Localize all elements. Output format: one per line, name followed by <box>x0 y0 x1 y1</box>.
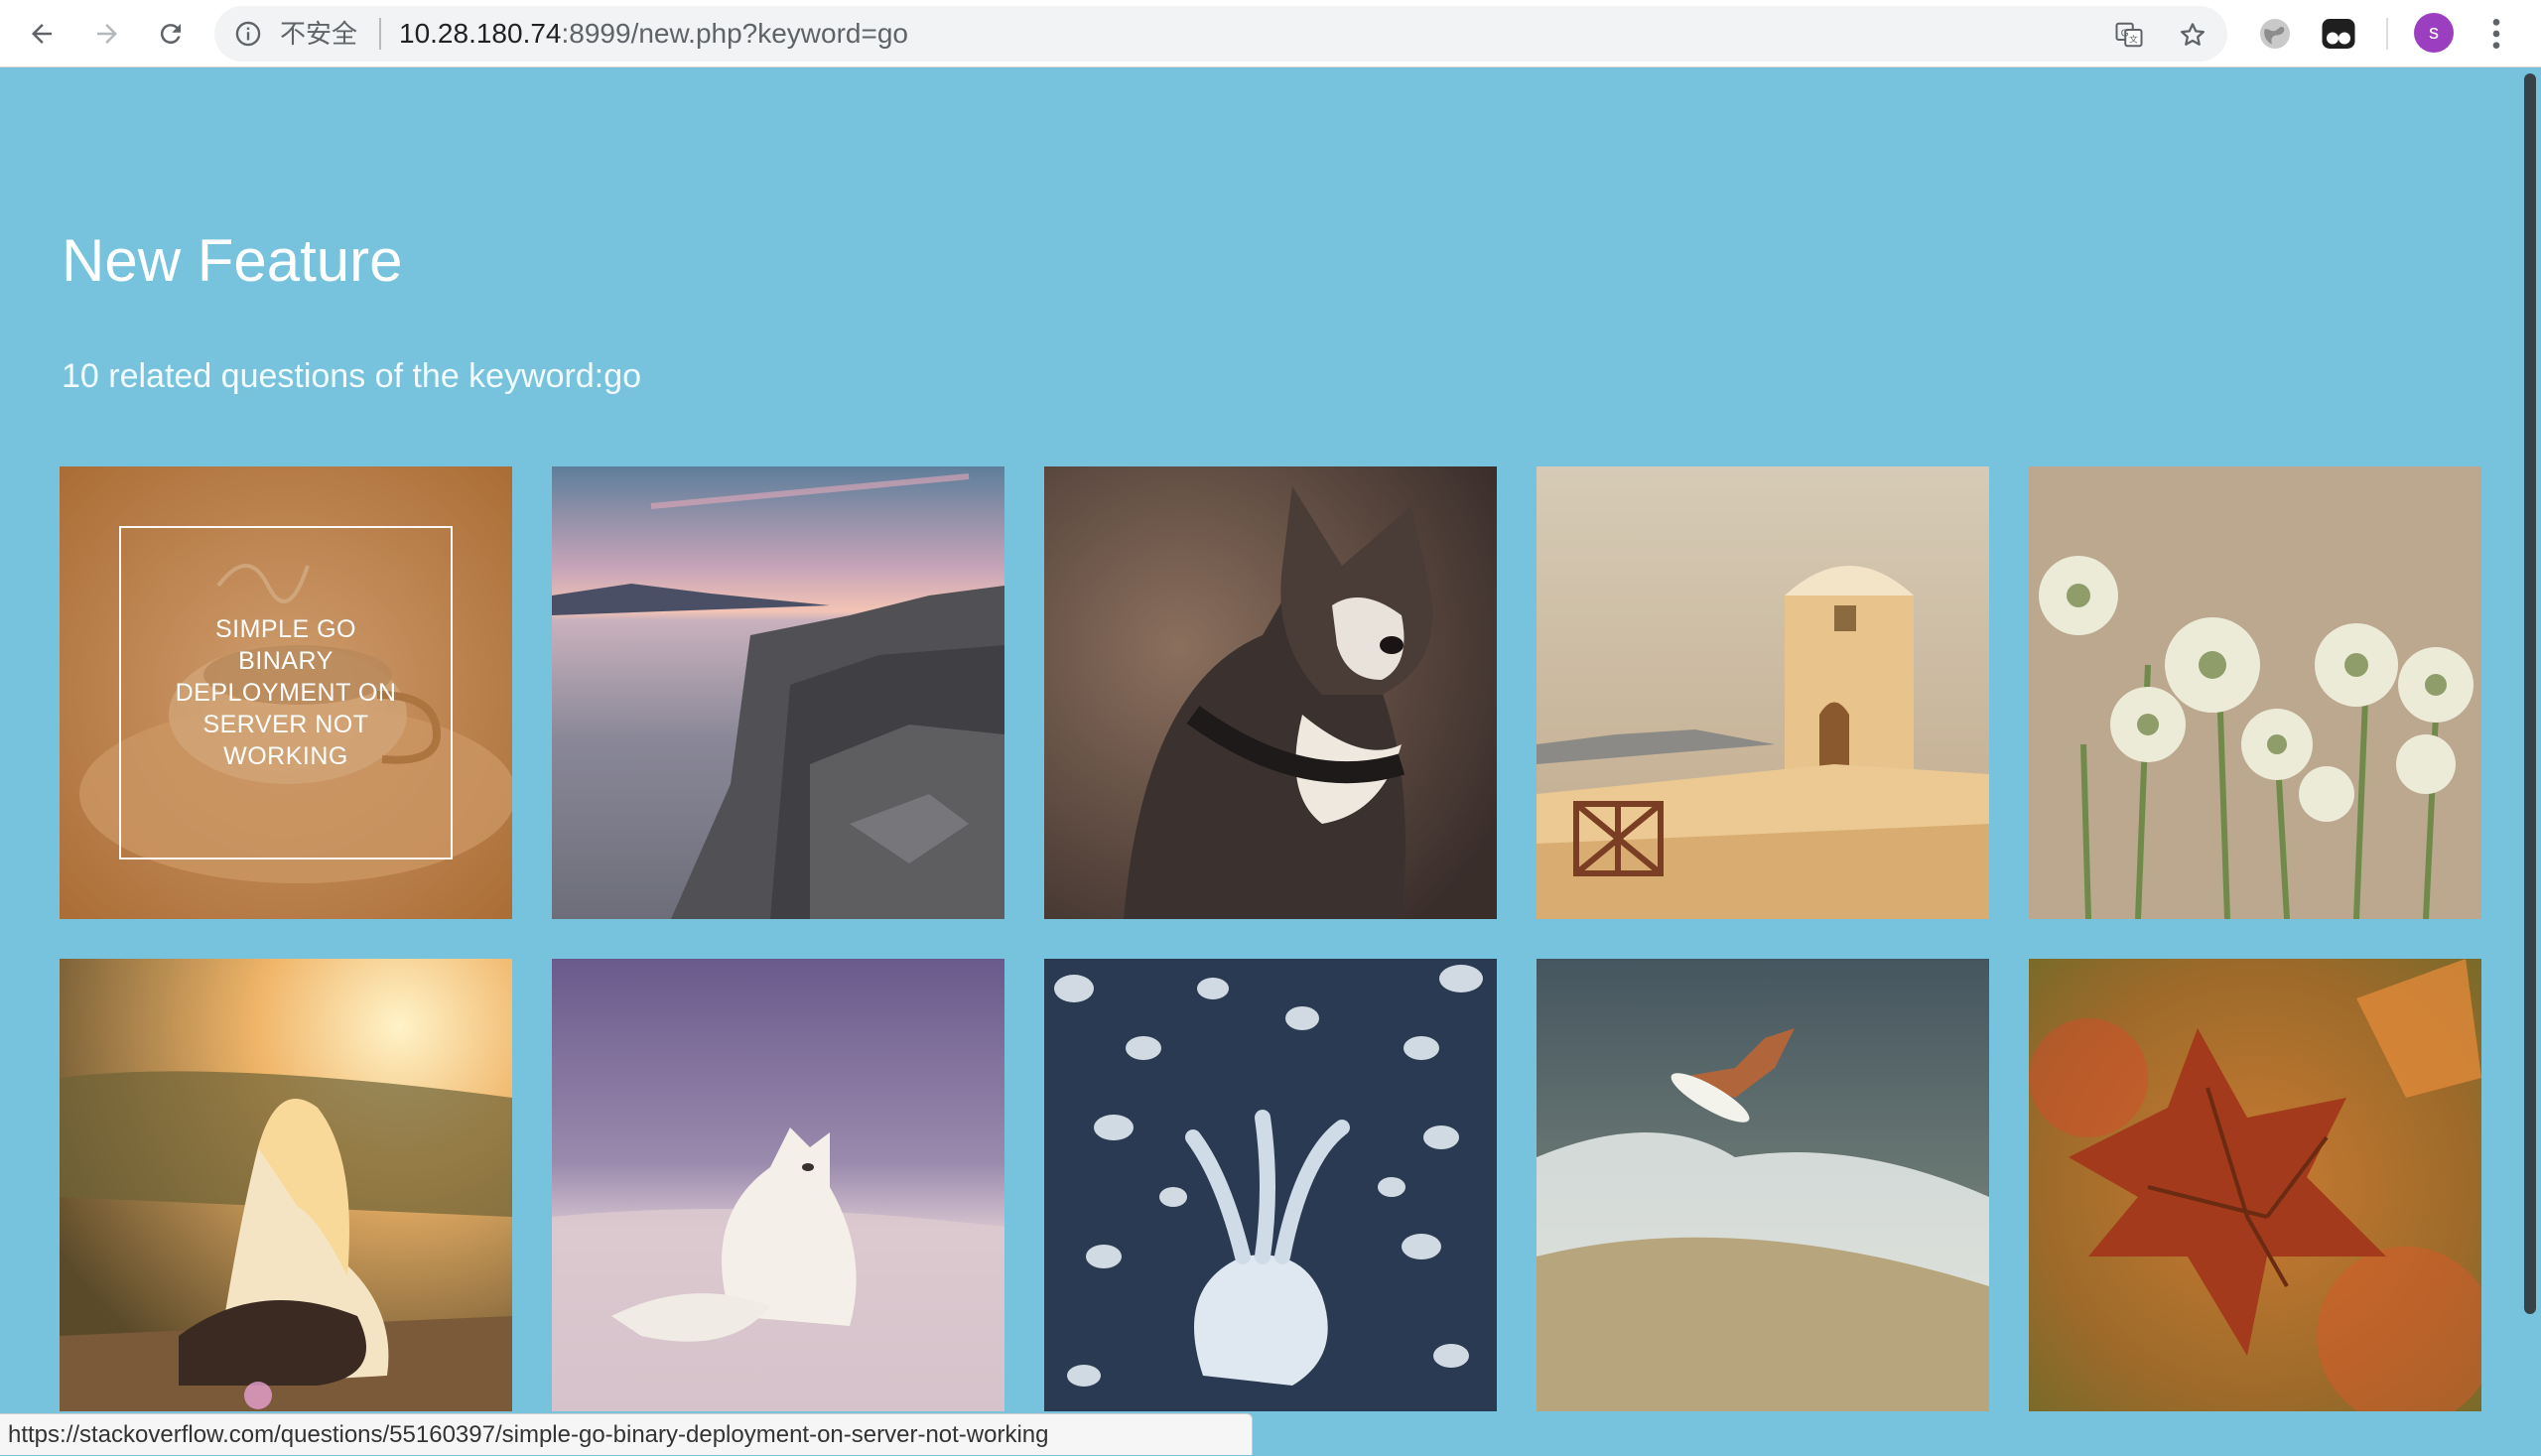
white-tower-image <box>1537 466 1989 919</box>
profile-avatar[interactable]: s <box>2414 13 2454 53</box>
tampermonkey-extension-icon[interactable] <box>2321 16 2356 52</box>
jellyfish-image <box>1044 959 1497 1411</box>
browser-toolbar: 不安全 10.28.180.74:8999/new.php?keyword=go… <box>0 0 2541 67</box>
security-label: 不安全 <box>280 19 358 49</box>
address-bar[interactable]: 不安全 10.28.180.74:8999/new.php?keyword=go… <box>214 6 2227 62</box>
info-icon[interactable] <box>234 20 262 48</box>
tile-fox[interactable] <box>552 959 1004 1411</box>
tile-surfer[interactable] <box>1537 959 1989 1411</box>
globe-extension-icon[interactable] <box>2257 16 2293 52</box>
rocky-coast-image <box>552 466 1004 919</box>
arctic-fox-image <box>552 959 1004 1411</box>
question-title-overlay[interactable]: SIMPLE GO BINARY DEPLOYMENT ON SERVER NO… <box>119 526 453 860</box>
reload-button[interactable] <box>149 12 193 56</box>
address-divider <box>379 18 381 50</box>
page-title: New Feature <box>62 227 403 294</box>
reload-icon <box>160 24 181 45</box>
white-flowers-image <box>2029 466 2481 919</box>
tile-coffee[interactable]: SIMPLE GO BINARY DEPLOYMENT ON SERVER NO… <box>60 466 512 919</box>
tile-jellyfish[interactable] <box>1044 959 1497 1411</box>
toolbar-divider <box>2386 18 2388 50</box>
image-grid: SIMPLE GO BINARY DEPLOYMENT ON SERVER NO… <box>60 466 2481 1411</box>
husky-dog-image <box>1044 466 1497 919</box>
arrow-left-icon <box>32 24 52 44</box>
autumn-leaf-image <box>2029 959 2481 1411</box>
tile-coast[interactable] <box>552 466 1004 919</box>
page-subtitle: 10 related questions of the keyword:go <box>62 357 642 395</box>
back-button[interactable] <box>20 12 64 56</box>
url-text[interactable]: 10.28.180.74:8999/new.php?keyword=go <box>399 20 908 48</box>
url-host: 10.28.180.74 <box>399 18 562 49</box>
surfer-image <box>1537 959 1989 1411</box>
svg-text:G: G <box>2121 28 2129 39</box>
url-path: :8999/new.php?keyword=go <box>561 18 909 49</box>
arrow-right-icon <box>97 24 117 44</box>
more-menu-icon[interactable] <box>2481 14 2511 54</box>
tile-woman[interactable] <box>60 959 512 1411</box>
link-status-bar: https://stackoverflow.com/questions/5516… <box>0 1413 1253 1455</box>
svg-text:文: 文 <box>2129 34 2138 46</box>
tile-husky[interactable] <box>1044 466 1497 919</box>
woman-sunlight-image <box>60 959 512 1411</box>
tile-leaf[interactable] <box>2029 959 2481 1411</box>
scrollbar-thumb[interactable] <box>2524 73 2536 1314</box>
forward-button[interactable] <box>85 12 129 56</box>
bookmark-star-icon[interactable] <box>2178 20 2207 50</box>
translate-icon[interactable]: G 文 <box>2114 20 2144 50</box>
tile-flowers[interactable] <box>2029 466 2481 919</box>
tile-tower[interactable] <box>1537 466 1989 919</box>
